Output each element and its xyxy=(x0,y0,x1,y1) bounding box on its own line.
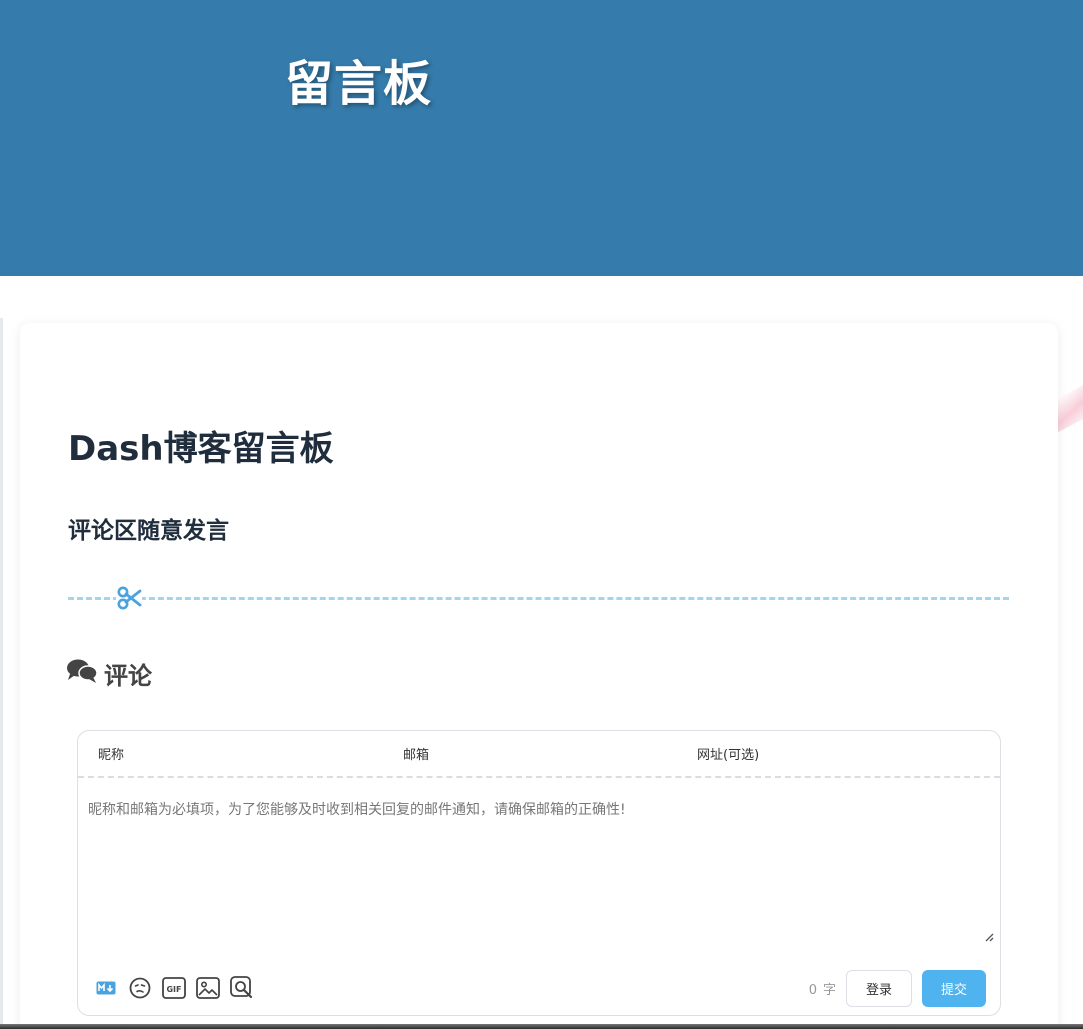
content-card: Dash博客留言板 评论区随意发言 评论 昵称 邮箱 网址(可选) 昵称和邮箱为… xyxy=(20,323,1058,1029)
login-button[interactable]: 登录 xyxy=(846,969,912,1007)
decorative-ribbon xyxy=(1057,385,1083,433)
email-input[interactable]: 邮箱 xyxy=(383,731,677,776)
comment-textarea[interactable]: 昵称和邮箱为必填项，为了您能够及时收到相关回复的邮件通知，请确保邮箱的正确性! xyxy=(88,799,978,819)
left-edge-strip xyxy=(0,318,3,1029)
website-input[interactable]: 网址(可选) xyxy=(677,731,1000,776)
email-placeholder: 邮箱 xyxy=(403,748,430,763)
resize-handle-icon[interactable] xyxy=(984,927,994,942)
markdown-icon[interactable] xyxy=(94,976,118,1000)
emoji-icon[interactable] xyxy=(128,976,152,1000)
comment-textarea-placeholder: 昵称和邮箱为必填项，为了您能够及时收到相关回复的邮件通知，请确保邮箱的正确性! xyxy=(88,802,626,818)
page-banner-title: 留言板 xyxy=(285,56,433,112)
post-subtitle: 评论区随意发言 xyxy=(68,518,229,544)
website-placeholder: 网址(可选) xyxy=(697,748,760,763)
comments-icon xyxy=(66,658,98,688)
comment-meta-fields: 昵称 邮箱 网址(可选) xyxy=(78,731,1000,778)
submit-button[interactable]: 提交 xyxy=(922,969,986,1007)
nickname-placeholder: 昵称 xyxy=(98,748,125,763)
window-bottom-edge xyxy=(0,1024,1083,1029)
comments-heading-label: 评论 xyxy=(104,661,152,690)
post-title: Dash博客留言板 xyxy=(68,429,334,469)
dashed-divider xyxy=(68,597,1009,600)
image-icon[interactable] xyxy=(196,976,220,1000)
comment-editor: 昵称 邮箱 网址(可选) 昵称和邮箱为必填项，为了您能够及时收到相关回复的邮件通… xyxy=(77,730,1001,1016)
word-counter: 0字 xyxy=(809,979,836,998)
word-count-unit: 字 xyxy=(822,982,836,998)
word-count-value: 0 xyxy=(808,982,817,998)
scissors-icon xyxy=(116,585,142,611)
header-banner: 留言板 xyxy=(0,0,1083,276)
gif-icon[interactable]: GIF xyxy=(162,976,186,1000)
editor-actions: 0字 登录 提交 xyxy=(809,969,986,1007)
nickname-input[interactable]: 昵称 xyxy=(78,731,383,776)
svg-text:GIF: GIF xyxy=(166,985,181,994)
preview-icon[interactable] xyxy=(230,976,254,1000)
comments-heading: 评论 xyxy=(66,657,152,690)
editor-toolbar: GIF xyxy=(94,971,254,1005)
